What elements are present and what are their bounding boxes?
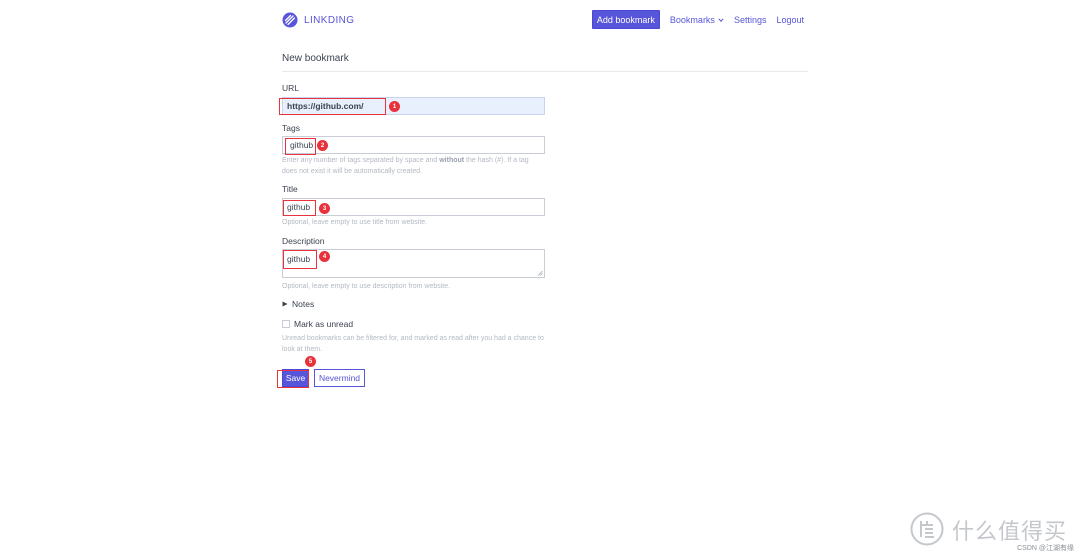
description-label: Description (282, 236, 325, 246)
annotation-badge-5: 5 (305, 356, 316, 367)
annotation-box-4 (283, 250, 317, 269)
brand-name: LINKDING (304, 14, 355, 26)
bookmarks-label: Bookmarks (669, 14, 715, 25)
annotation-badge-3: 3 (319, 203, 330, 214)
annotation-badge-4: 4 (319, 251, 330, 262)
notes-toggle[interactable]: Notes (282, 299, 314, 309)
resize-grip-icon[interactable] (537, 270, 543, 276)
notes-label: Notes (292, 299, 315, 309)
annotation-box-1 (279, 98, 386, 115)
divider (282, 71, 808, 72)
caret-right-icon (282, 301, 288, 307)
watermark-text: 什么值得买 (952, 520, 1068, 545)
annotation-badge-1: 1 (389, 101, 400, 112)
brand[interactable]: LINKDING (282, 12, 354, 28)
tags-label: Tags (282, 123, 300, 133)
nav-menu: Add bookmark Bookmarks Settings Logout (591, 10, 808, 29)
chevron-down-icon (718, 17, 724, 22)
unread-hint: Unread bookmarks can be filtered for, an… (282, 335, 544, 353)
page-title: New bookmark (282, 53, 349, 64)
annotation-box-5 (277, 370, 309, 388)
nevermind-button[interactable]: Nevermind (314, 369, 365, 387)
tags-hint: Enter any number of tags separated by sp… (282, 155, 544, 177)
top-navbar: LINKDING Add bookmark Bookmarks Settings… (282, 10, 808, 32)
linkding-logo-icon (282, 12, 298, 28)
watermark-credit: CSDN @江湖有缘 (1017, 545, 1074, 552)
annotation-badge-2: 2 (317, 140, 328, 151)
annotation-box-2 (285, 138, 316, 155)
tags-hint-bold: without (439, 157, 465, 164)
tags-hint-pre: Enter any number of tags separated by sp… (282, 157, 440, 164)
logout-link[interactable]: Logout (776, 15, 804, 25)
url-label: URL (282, 83, 300, 93)
description-hint: Optional, leave empty to use description… (282, 283, 451, 290)
settings-link[interactable]: Settings (734, 15, 767, 25)
annotation-box-3 (283, 200, 316, 216)
bookmarks-dropdown[interactable]: Bookmarks (670, 15, 724, 25)
zhi-icon (910, 512, 944, 546)
title-label: Title (282, 184, 298, 194)
title-hint: Optional, leave empty to use title from … (282, 219, 428, 226)
unread-checkbox[interactable] (282, 320, 290, 328)
unread-option[interactable]: Mark as unread (282, 319, 353, 329)
add-bookmark-button[interactable]: Add bookmark (591, 10, 660, 29)
unread-label: Mark as unread (294, 319, 354, 329)
